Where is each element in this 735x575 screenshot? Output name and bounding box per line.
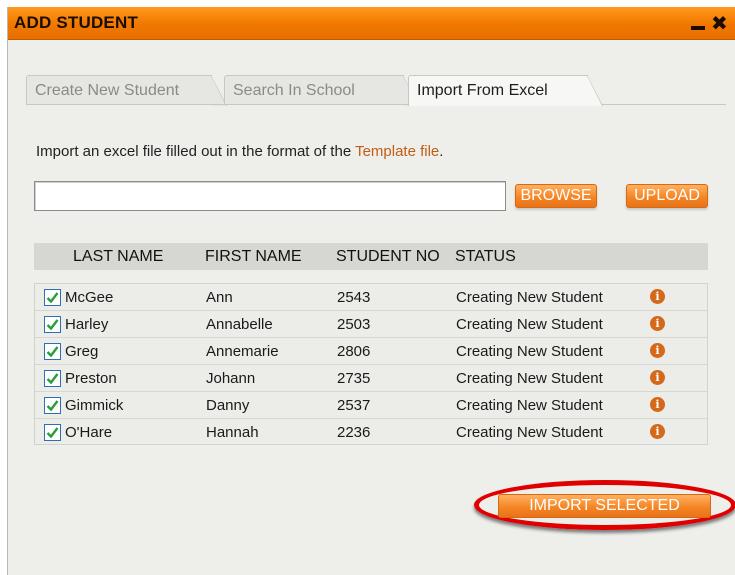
student-no-cell: 2236	[337, 424, 371, 441]
instructions-suffix: .	[439, 143, 444, 160]
tab-bar: Create New Student Search In School Impo…	[26, 75, 726, 106]
import-instructions: Import an excel file filled out in the f…	[36, 143, 443, 160]
info-icon[interactable]: i	[650, 397, 665, 412]
column-header-status[interactable]: STATUS	[455, 248, 516, 266]
last-name-cell: O'Hare	[65, 424, 113, 441]
tab-import-from-excel[interactable]: Import From Excel	[408, 75, 603, 106]
tab-create-new-student[interactable]: Create New Student	[26, 75, 227, 106]
info-icon[interactable]: i	[650, 370, 665, 385]
status-cell: Creating New Student	[456, 370, 603, 387]
last-name-cell: McGee	[65, 289, 114, 306]
status-cell: Creating New Student	[456, 343, 603, 360]
first-name-cell: Annemarie	[206, 343, 279, 360]
student-no-cell: 2543	[337, 289, 371, 306]
first-name-cell: Danny	[206, 397, 250, 414]
table-row[interactable]: Gimmick Danny 2537 Creating New Student …	[35, 392, 707, 419]
table-row[interactable]: Greg Annemarie 2806 Creating New Student…	[35, 338, 707, 365]
row-checkbox[interactable]	[44, 424, 61, 441]
last-name-cell: Preston	[65, 370, 117, 387]
row-checkbox[interactable]	[44, 397, 61, 414]
status-cell: Creating New Student	[456, 397, 603, 414]
tab-divider	[26, 104, 726, 105]
student-no-cell: 2806	[337, 343, 371, 360]
table-row[interactable]: Preston Johann 2735 Creating New Student…	[35, 365, 707, 392]
check-icon	[46, 292, 59, 304]
tab-label: Create New Student	[35, 82, 180, 99]
last-name-cell: Greg	[65, 343, 99, 360]
upload-button[interactable]: UPLOAD	[626, 184, 708, 208]
check-icon	[46, 400, 59, 412]
student-table-body: McGee Ann 2543 Creating New Student i Ha…	[34, 283, 708, 445]
first-name-cell: Johann	[206, 370, 256, 387]
dialog-title: ADD STUDENT	[14, 13, 139, 32]
status-cell: Creating New Student	[456, 424, 603, 441]
table-header: LAST NAME FIRST NAME STUDENT NO STATUS	[34, 243, 708, 270]
info-icon[interactable]: i	[650, 424, 665, 439]
last-name-cell: Harley	[65, 316, 109, 333]
row-checkbox[interactable]	[44, 316, 61, 333]
info-icon[interactable]: i	[650, 343, 665, 358]
student-no-cell: 2537	[337, 397, 371, 414]
row-checkbox[interactable]	[44, 289, 61, 306]
student-no-cell: 2503	[337, 316, 371, 333]
last-name-cell: Gimmick	[65, 397, 124, 414]
table-row[interactable]: McGee Ann 2543 Creating New Student i	[35, 284, 707, 311]
check-icon	[46, 346, 59, 358]
first-name-cell: Ann	[206, 289, 233, 306]
table-row[interactable]: O'Hare Hannah 2236 Creating New Student …	[35, 419, 707, 446]
tab-search-in-school[interactable]: Search In School	[224, 75, 419, 106]
student-no-cell: 2735	[337, 370, 371, 387]
minimize-icon[interactable]	[691, 26, 705, 30]
add-student-dialog: ADD STUDENT ✖ Create New Student Search …	[7, 7, 735, 575]
row-checkbox[interactable]	[44, 343, 61, 360]
column-header-student-no[interactable]: STUDENT NO	[336, 248, 440, 266]
info-icon[interactable]: i	[650, 316, 665, 331]
tab-label: Import From Excel	[417, 82, 548, 99]
info-icon[interactable]: i	[650, 289, 665, 304]
first-name-cell: Hannah	[206, 424, 259, 441]
title-bar[interactable]: ADD STUDENT ✖	[8, 7, 735, 40]
row-checkbox[interactable]	[44, 370, 61, 387]
table-row[interactable]: Harley Annabelle 2503 Creating New Stude…	[35, 311, 707, 338]
column-header-first-name[interactable]: FIRST NAME	[205, 248, 302, 266]
import-selected-button[interactable]: IMPORT SELECTED	[498, 494, 711, 518]
template-file-link[interactable]: Template file	[355, 143, 439, 160]
close-icon[interactable]: ✖	[711, 14, 728, 34]
instructions-text: Import an excel file filled out in the f…	[36, 143, 356, 160]
check-icon	[46, 427, 59, 439]
status-cell: Creating New Student	[456, 289, 603, 306]
column-header-last-name[interactable]: LAST NAME	[73, 248, 163, 266]
file-path-input[interactable]	[34, 181, 506, 211]
check-icon	[46, 373, 59, 385]
first-name-cell: Annabelle	[206, 316, 273, 333]
browse-button[interactable]: BROWSE	[515, 184, 597, 208]
status-cell: Creating New Student	[456, 316, 603, 333]
tab-label: Search In School	[233, 82, 355, 99]
check-icon	[46, 319, 59, 331]
